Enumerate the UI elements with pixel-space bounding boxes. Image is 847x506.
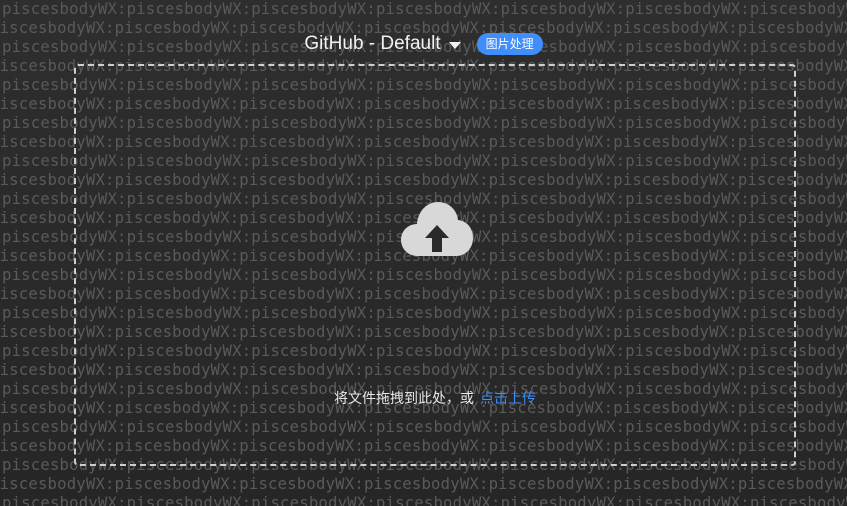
drop-hint: 将文件拖拽到此处，或 点击上传 xyxy=(76,388,794,408)
upload-window: piscesbodyWX:piscesbodyWX:piscesbodyWX:p… xyxy=(0,0,847,506)
image-process-badge[interactable]: 图片处理 xyxy=(476,33,543,55)
watermark-line: piscesbodyWX:piscesbodyWX:piscesbodyWX:p… xyxy=(2,494,847,506)
cloud-upload-icon xyxy=(401,202,473,256)
picbed-selector[interactable]: GitHub - Default xyxy=(304,33,461,55)
picbed-header: GitHub - Default 图片处理 xyxy=(0,31,847,57)
watermark-line: piscesbodyWX:piscesbodyWX:piscesbodyWX:p… xyxy=(0,475,847,493)
click-upload-link[interactable]: 点击上传 xyxy=(480,391,536,407)
upload-drop-zone[interactable]: 将文件拖拽到此处，或 点击上传 xyxy=(74,64,796,466)
chevron-down-icon xyxy=(448,42,461,49)
drop-hint-text: 将文件拖拽到此处，或 xyxy=(334,391,474,407)
picbed-label: GitHub - Default xyxy=(304,33,441,54)
watermark-line: piscesbodyWX:piscesbodyWX:piscesbodyWX:p… xyxy=(2,0,847,18)
